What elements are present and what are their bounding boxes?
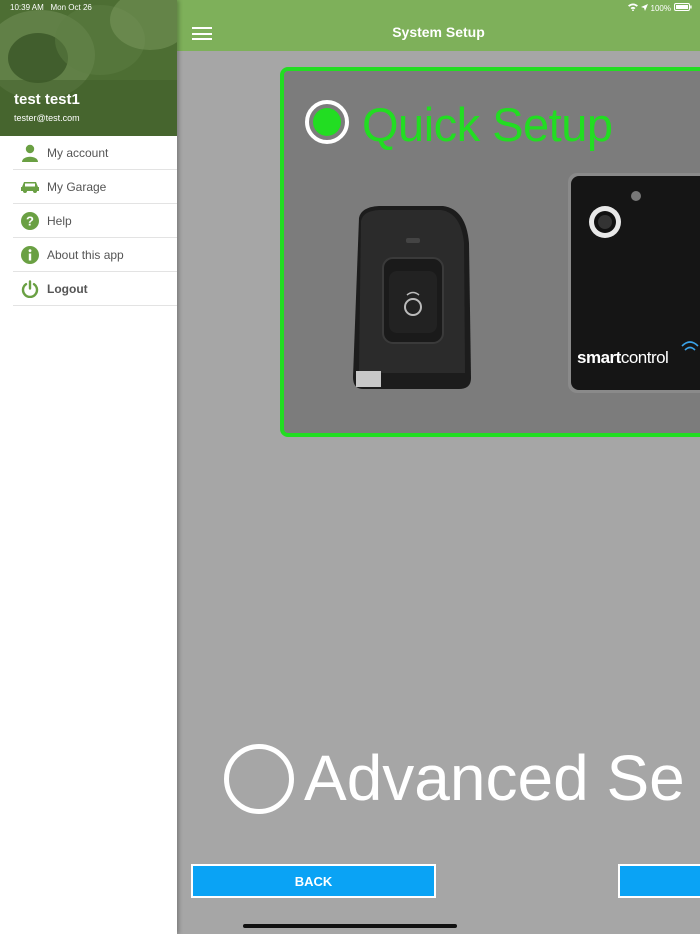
quick-setup-radio-selected[interactable] <box>305 100 349 144</box>
menu-item-label: My Garage <box>47 179 107 194</box>
menu-item-label: Logout <box>47 281 88 296</box>
location-icon <box>640 3 648 13</box>
battery-icon <box>674 3 692 13</box>
power-icon <box>20 279 40 299</box>
person-icon <box>20 143 40 163</box>
quick-setup-option[interactable]: Quick Setup smartcontrol <box>280 67 700 437</box>
user-name: test test1 <box>14 91 80 108</box>
drawer-header: 10:39 AM Mon Oct 26 test test1 tester@te… <box>0 0 177 136</box>
menu-item-label: Help <box>47 213 72 228</box>
help-icon: ? <box>20 211 40 231</box>
main-content: Quick Setup smartcontrol Advanced Se BAC… <box>177 51 700 934</box>
menu-item-logout[interactable]: Logout <box>13 272 177 306</box>
back-button[interactable]: BACK <box>191 864 436 898</box>
battery-text: 100% <box>650 3 671 13</box>
remote-fob-image <box>353 206 471 389</box>
wifi-icon <box>627 3 638 13</box>
status-indicators: 100% <box>627 3 692 13</box>
menu-item-my-account[interactable]: My account <box>13 136 177 170</box>
menu-item-label: About this app <box>47 247 124 262</box>
home-indicator <box>243 924 457 928</box>
advanced-setup-radio[interactable] <box>224 744 294 814</box>
navigation-drawer: 10:39 AM Mon Oct 26 test test1 tester@te… <box>0 0 177 934</box>
drawer-menu: My account My Garage ? Help About this a… <box>13 136 177 306</box>
advanced-setup-label: Advanced Se <box>304 742 685 814</box>
user-email: tester@test.com <box>14 113 80 123</box>
info-icon <box>20 245 40 265</box>
next-button[interactable] <box>618 864 700 898</box>
page-title: System Setup <box>392 24 485 40</box>
menu-item-about[interactable]: About this app <box>13 238 177 272</box>
car-icon <box>20 177 40 197</box>
status-time: 10:39 AM Mon Oct 26 <box>10 3 92 12</box>
brand-logo-text: smartcontrol <box>577 348 669 367</box>
menu-item-help[interactable]: ? Help <box>13 204 177 238</box>
navbar: System Setup <box>177 0 700 51</box>
menu-item-label: My account <box>47 145 109 160</box>
menu-item-my-garage[interactable]: My Garage <box>13 170 177 204</box>
quick-setup-label: Quick Setup <box>362 98 613 151</box>
svg-text:?: ? <box>26 213 34 228</box>
